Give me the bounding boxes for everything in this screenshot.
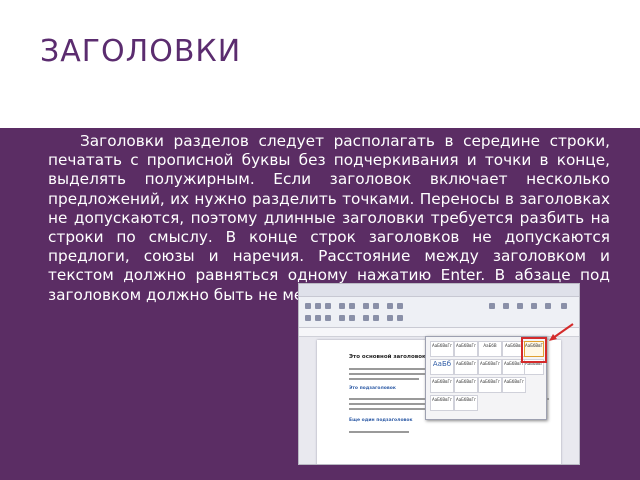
style-sample[interactable]: АаБб [430, 359, 454, 375]
slide-header: ЗАГОЛОВКИ [0, 0, 640, 128]
toolbar-icon [305, 315, 311, 321]
style-sample[interactable]: АаБбВвГг [430, 395, 454, 411]
toolbar-icon [349, 315, 355, 321]
style-sample[interactable]: АаБбВ [478, 341, 502, 357]
toolbar-icon [349, 303, 355, 309]
toolbar-icon [561, 303, 567, 309]
toolbar-icon [545, 303, 551, 309]
style-sample[interactable]: АаБбВвГг [454, 359, 478, 375]
highlight-box [521, 337, 547, 363]
toolbar-icon [397, 303, 403, 309]
toolbar-icon [517, 303, 523, 309]
style-sample[interactable]: АаБбВвГг [454, 377, 478, 393]
toolbar-icon [387, 315, 393, 321]
doc-text-line [349, 431, 409, 433]
toolbar-icon [387, 303, 393, 309]
toolbar-icon [339, 315, 345, 321]
style-sample[interactable]: АаБбВвГг [478, 377, 502, 393]
style-sample[interactable]: АаБбВвГг [430, 341, 454, 357]
toolbar-icon [373, 303, 379, 309]
toolbar-icon [305, 303, 311, 309]
style-sample[interactable]: АаБбВвГг [478, 359, 502, 375]
slide-title: ЗАГОЛОВКИ [40, 34, 242, 69]
word-ribbon [299, 297, 579, 328]
doc-subheading: Это подзаголовок [349, 386, 396, 391]
doc-subheading-2: Еще один подзаголовок [349, 418, 413, 423]
style-sample[interactable]: АаБбВвГг [430, 377, 454, 393]
toolbar-icon [315, 315, 321, 321]
style-sample[interactable]: АаБбВвГг [502, 377, 526, 393]
toolbar-icon [373, 315, 379, 321]
slide-body-text: Заголовки разделов следует располагать в… [48, 132, 610, 304]
toolbar-icon [363, 315, 369, 321]
toolbar-icon [325, 315, 331, 321]
doc-text-line [349, 368, 433, 370]
arrow-icon [549, 323, 574, 341]
style-sample[interactable]: АаБбВвГг [454, 395, 478, 411]
toolbar-icon [339, 303, 345, 309]
doc-heading: Это основной заголовок [349, 354, 426, 360]
toolbar-icon [489, 303, 495, 309]
toolbar-icon [503, 303, 509, 309]
toolbar-icon [325, 303, 331, 309]
toolbar-icon [531, 303, 537, 309]
toolbar-icon [397, 315, 403, 321]
style-sample[interactable]: АаБбВвГг [454, 341, 478, 357]
doc-text-line [349, 373, 429, 375]
toolbar-icon [363, 303, 369, 309]
doc-text-line [349, 378, 419, 380]
toolbar-icon [315, 303, 321, 309]
word-menubar [299, 284, 579, 297]
word-screenshot: Это основной заголовок Это подзаголовок … [298, 283, 580, 465]
